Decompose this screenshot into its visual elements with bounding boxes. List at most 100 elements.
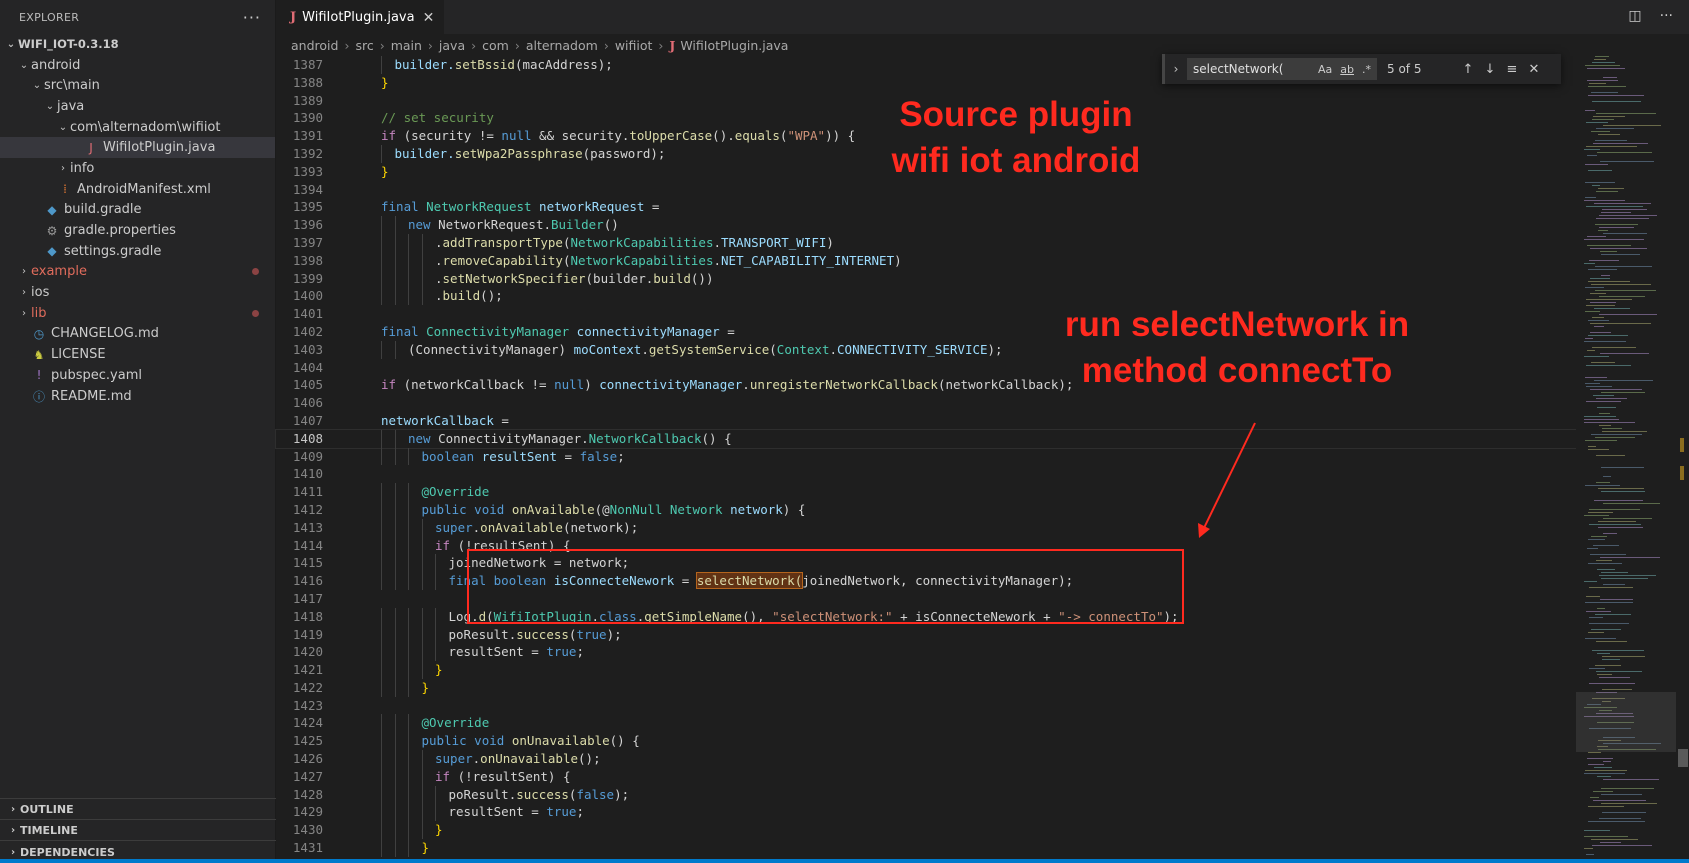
minimap-line [1591, 536, 1607, 537]
minimap-line [1593, 545, 1619, 546]
minimap-line [1584, 830, 1610, 831]
modified-dot-icon [252, 268, 259, 276]
minimap-line [1601, 572, 1628, 573]
minimap-line [1595, 140, 1627, 141]
minimap-line [1597, 152, 1652, 153]
minimap-line [1591, 434, 1642, 435]
tree-item-label: com\alternadom\wifiiot [70, 119, 221, 135]
minimap-line [1584, 416, 1616, 417]
minimap-line [1599, 575, 1656, 576]
tree-item-label: lib [31, 305, 47, 321]
minimap-line [1602, 209, 1647, 210]
minimap-line [1598, 134, 1620, 135]
minimap[interactable] [1576, 56, 1676, 861]
minimap-line [1588, 320, 1609, 321]
tree-item[interactable]: › lib [0, 303, 275, 324]
minimap-line [1587, 245, 1631, 246]
minimap-line [1588, 821, 1645, 822]
minimap-line [1596, 398, 1627, 399]
split-editor-icon[interactable]: ◫ [1628, 8, 1641, 24]
minimap-line [1590, 278, 1610, 279]
tree-item[interactable]: ◆ settings.gradle [0, 241, 275, 262]
minimap-line [1602, 659, 1620, 660]
chevron-down-icon: ⌄ [45, 100, 55, 112]
arrow-head [1198, 523, 1210, 538]
minimap-line [1603, 476, 1611, 477]
minimap-line [1602, 656, 1645, 657]
workspace-root[interactable]: ⌄ WIFI_IOT-0.3.18 [0, 34, 275, 55]
tree-item[interactable]: ⌄ src\main [0, 75, 275, 96]
minimap-line [1591, 839, 1638, 840]
tree-item[interactable]: ⁞ AndroidManifest.xml [0, 179, 275, 200]
tree-item-label: example [31, 264, 87, 280]
minimap-line [1588, 764, 1604, 765]
minimap-line [1589, 683, 1635, 684]
tree-item[interactable]: ◷ CHANGELOG.md [0, 324, 275, 345]
chevron-down-icon: ⌄ [32, 80, 42, 92]
minimap-line [1594, 59, 1606, 60]
minimap-line [1593, 800, 1646, 801]
minimap-line [1603, 233, 1647, 234]
minimap-line [1588, 170, 1612, 171]
minimap-line [1588, 446, 1596, 447]
vertical-scrollbar[interactable] [1678, 56, 1689, 861]
minimap-line [1585, 377, 1607, 378]
tree-item[interactable]: ⌄ java [0, 96, 275, 117]
minimap-line [1588, 269, 1617, 270]
minimap-line [1592, 185, 1600, 186]
minimap-line [1587, 236, 1606, 237]
highlight-box [467, 549, 1184, 624]
minimap-line [1585, 338, 1593, 339]
section-timeline-label: TIMELINE [20, 823, 78, 837]
minimap-line [1588, 632, 1604, 633]
section-timeline[interactable]: › TIMELINE [0, 819, 276, 840]
minimap-line [1589, 524, 1641, 525]
file-type-icon: ! [36, 368, 42, 383]
minimap-line [1595, 224, 1638, 225]
minimap-line [1601, 467, 1644, 468]
more-actions-icon[interactable]: ··· [1660, 8, 1673, 24]
minimap-line [1599, 818, 1641, 819]
more-actions-icon[interactable]: ··· [243, 8, 261, 27]
section-outline[interactable]: › OUTLINE [0, 798, 276, 819]
tree-item[interactable]: › ios [0, 282, 275, 303]
tree-item-label: build.gradle [64, 202, 142, 218]
minimap-line [1596, 218, 1649, 219]
minimap-line [1601, 254, 1640, 255]
minimap-line [1591, 629, 1621, 630]
minimap-line [1585, 440, 1617, 441]
tree-item[interactable]: ⓘ README.md [0, 386, 275, 407]
minimap-line [1600, 599, 1633, 600]
minimap-line [1587, 758, 1613, 759]
tree-item[interactable]: ◆ build.gradle [0, 200, 275, 221]
tree-item[interactable]: ⌄ com\alternadom\wifiiot [0, 117, 275, 138]
tree-item[interactable]: ♞ LICENSE [0, 344, 275, 365]
minimap-line [1601, 803, 1657, 804]
tree-item[interactable]: ! pubspec.yaml [0, 365, 275, 386]
minimap-line [1590, 248, 1647, 249]
chevron-down-icon: ⌄ [58, 121, 68, 133]
minimap-viewport[interactable] [1576, 692, 1676, 752]
minimap-line [1597, 776, 1611, 777]
arrow-line [1203, 422, 1256, 529]
tree-item[interactable]: › info [0, 158, 275, 179]
minimap-line [1586, 122, 1608, 123]
minimap-line [1585, 485, 1620, 486]
tree-item-label: settings.gradle [64, 243, 162, 259]
tree-item-label: src\main [44, 78, 100, 94]
minimap-line [1587, 548, 1598, 549]
annotation-arrow [1198, 422, 1256, 538]
scroll-marker [1678, 749, 1688, 767]
tree-item[interactable]: ⌄ android [0, 55, 275, 76]
chevron-right-icon: › [10, 803, 16, 815]
minimap-line [1600, 161, 1654, 162]
tree-item[interactable]: ⚙ gradle.properties [0, 220, 275, 241]
minimap-line [1588, 281, 1630, 282]
tree-item[interactable]: J WifiIotPlugin.java [0, 137, 275, 159]
tree-item[interactable]: › example [0, 262, 275, 283]
tree-item-label: AndroidManifest.xml [77, 181, 211, 197]
minimap-line [1584, 836, 1628, 837]
minimap-line [1595, 266, 1652, 267]
minimap-line [1594, 326, 1604, 327]
minimap-line [1584, 149, 1600, 150]
